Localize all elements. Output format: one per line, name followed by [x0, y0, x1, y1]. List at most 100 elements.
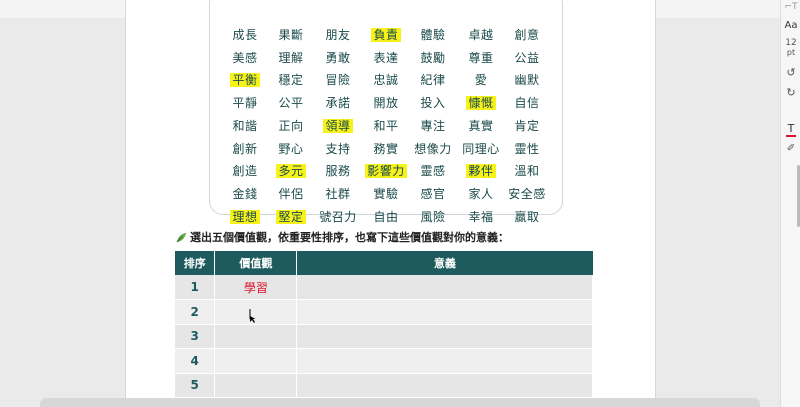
value-word: 創意 [514, 28, 540, 42]
value-word: 表達 [373, 50, 399, 65]
value-word: 承諾 [325, 96, 351, 111]
value-word: 慷慨 [466, 96, 496, 111]
brush-icon[interactable]: ✐ [781, 143, 800, 154]
instruction-line: 選出五個價值觀，依重要性排序，也寫下這些價值觀對你的意義： [176, 229, 509, 245]
value-word: 真實 [468, 118, 494, 133]
value-word: 服務 [325, 164, 351, 179]
value-word: 號召力 [319, 209, 357, 224]
value-word: 靈感 [420, 164, 446, 179]
value-word: 多元 [276, 164, 306, 179]
meaning-cell[interactable] [296, 348, 593, 374]
document-page: 成長 果斷 朋友 負責 體驗 卓越 創意美感 理解 勇敢 表達 鼓勵 尊重 公益平衡 穩定 冒險 忠誠 紀律 愛 幽… [125, 0, 656, 407]
value-word: 自由 [373, 209, 399, 224]
text-cursor-icon [249, 309, 256, 323]
value-word: 夥伴 [466, 164, 496, 179]
header-rank: 排序 [175, 251, 216, 275]
values-table: 排序 價值觀 意義 1 學習 2 3 4 5 [175, 251, 593, 398]
rank-cell: 5 [175, 373, 216, 398]
value-word: 果斷 [278, 28, 304, 42]
panel-close-icon[interactable]: ⌐T [781, 2, 800, 12]
value-word: 勇敢 [325, 50, 351, 65]
value-word: 尊重 [468, 50, 494, 65]
leaf-icon [176, 232, 187, 242]
value-word: 影響力 [365, 164, 407, 179]
font-button[interactable]: Aa [781, 20, 800, 31]
value-cell[interactable] [214, 373, 298, 398]
value-word: 公益 [514, 50, 540, 65]
header-value: 價值觀 [214, 251, 298, 275]
value-word: 溫和 [514, 164, 540, 179]
value-word: 朋友 [325, 28, 351, 42]
value-word: 同理心 [462, 141, 500, 156]
header-meaning: 意義 [296, 251, 593, 275]
value-word: 穩定 [278, 73, 304, 88]
value-word: 野心 [278, 141, 304, 156]
table-row: 4 [175, 348, 593, 374]
value-word: 贏取 [514, 209, 540, 224]
value-word: 伴侶 [278, 186, 304, 201]
instruction-text: 選出五個價值觀，依重要性排序，也寫下這些價值觀對你的意義： [190, 231, 509, 244]
value-word: 忠誠 [373, 73, 399, 88]
rank-cell: 2 [175, 299, 216, 325]
value-word: 肯定 [514, 118, 540, 133]
value-cell[interactable]: 學習 [214, 275, 298, 300]
value-word: 和平 [373, 118, 399, 133]
value-word: 堅定 [276, 209, 306, 224]
value-word: 風險 [420, 209, 446, 224]
value-word: 金錢 [232, 186, 258, 201]
value-word: 成長 [232, 28, 258, 42]
text-color-button[interactable]: T [786, 122, 796, 137]
value-word: 自信 [514, 96, 540, 111]
redo-icon[interactable]: ↻ [781, 86, 800, 99]
undo-icon[interactable]: ↺ [781, 66, 800, 79]
value-word: 務實 [373, 141, 399, 156]
value-word: 鼓勵 [420, 50, 446, 65]
value-word: 幽默 [514, 73, 540, 88]
value-word: 投入 [420, 96, 446, 111]
value-word: 靈性 [514, 141, 540, 156]
value-word: 感官 [420, 186, 446, 201]
value-word: 創造 [232, 164, 258, 179]
value-word: 平靜 [232, 96, 258, 111]
value-word: 冒險 [325, 73, 351, 88]
font-size-value[interactable]: 12 [781, 38, 800, 48]
bottom-dock [40, 398, 760, 407]
value-word: 安全感 [508, 186, 546, 201]
value-word: 體驗 [420, 28, 446, 42]
table-row: 1 學習 [175, 275, 593, 300]
value-word: 紀律 [420, 73, 446, 88]
value-word: 實驗 [373, 186, 399, 201]
value-word: 平衡 [230, 73, 260, 88]
value-word: 社群 [325, 186, 351, 201]
meaning-cell[interactable] [296, 373, 593, 398]
value-word: 美感 [232, 50, 258, 65]
value-word: 和諧 [232, 118, 258, 133]
value-word: 領導 [323, 118, 353, 133]
value-word: 開放 [373, 96, 399, 111]
table-row: 3 [175, 324, 593, 349]
table-row: 5 [175, 373, 593, 398]
value-word: 愛 [474, 73, 488, 88]
value-word: 家人 [468, 186, 494, 201]
rank-cell: 4 [175, 348, 216, 374]
value-word: 負責 [371, 28, 401, 42]
value-word: 支持 [325, 141, 351, 156]
meaning-cell[interactable] [296, 275, 593, 300]
value-word: 想像力 [414, 141, 452, 156]
font-size-unit: pt [786, 48, 796, 57]
rank-cell: 1 [175, 275, 216, 300]
value-cell[interactable] [214, 348, 298, 374]
value-word: 卓越 [468, 28, 494, 42]
value-word: 理解 [278, 50, 304, 65]
value-word: 理想 [230, 209, 260, 224]
meaning-cell[interactable] [296, 324, 593, 349]
meaning-cell[interactable] [296, 299, 593, 325]
value-word: 幸福 [468, 209, 494, 224]
value-cell[interactable] [214, 324, 298, 349]
table-row: 2 [175, 299, 593, 325]
value-word: 專注 [420, 118, 446, 133]
value-word-grid: 成長 果斷 朋友 負責 體驗 卓越 創意美感 理解 勇敢 表達 鼓勵 尊重 公益平衡 穩定 冒險 忠誠 紀律 愛 幽… [209, 0, 563, 224]
value-word: 正向 [278, 118, 304, 133]
value-word: 創新 [232, 141, 258, 156]
value-word: 公平 [278, 96, 304, 111]
